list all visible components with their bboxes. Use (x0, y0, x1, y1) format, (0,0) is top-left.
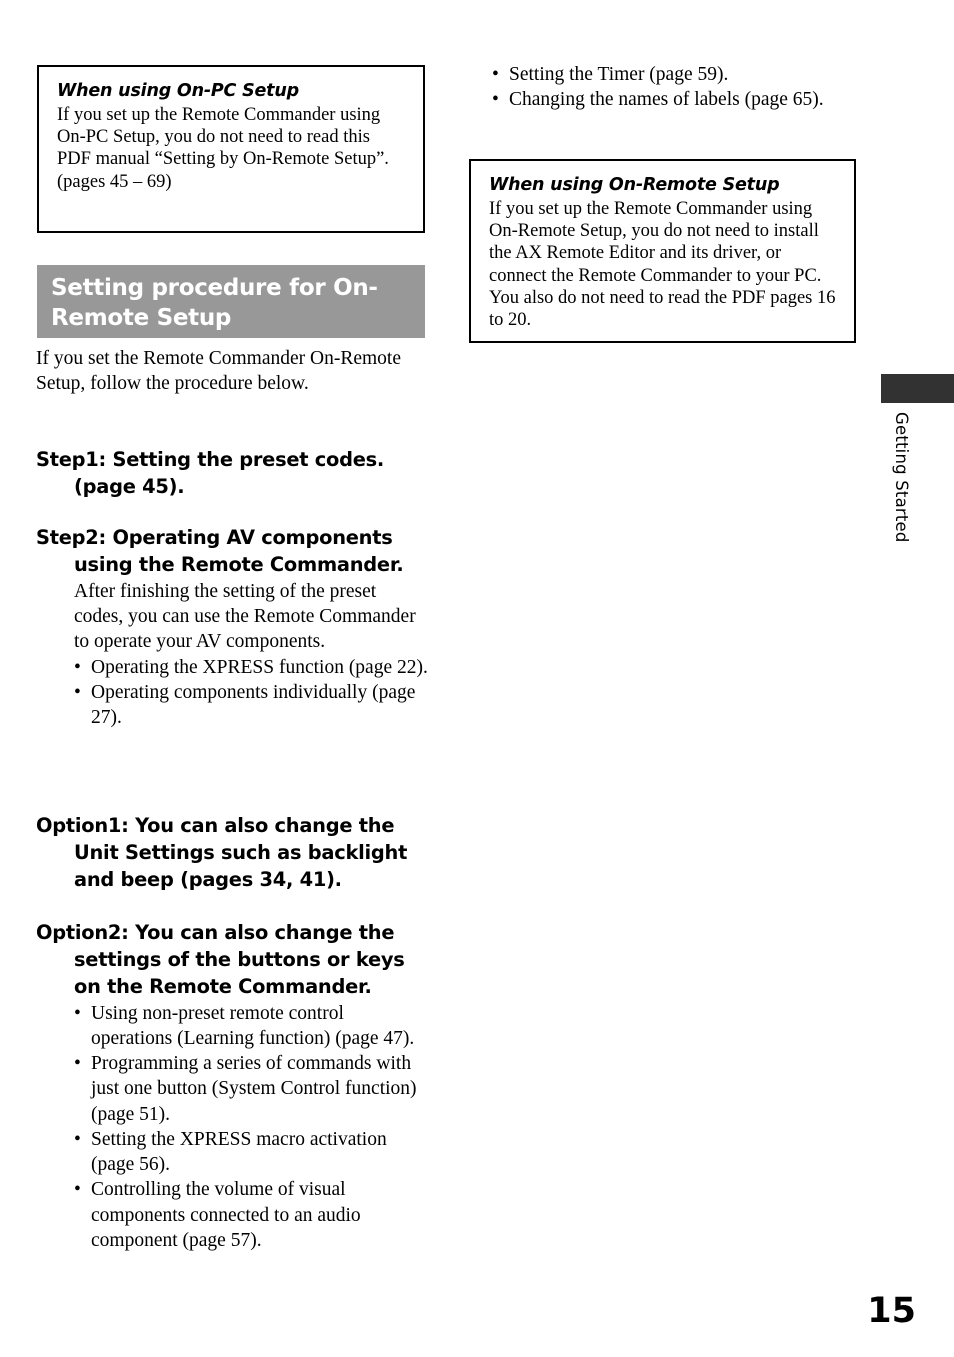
list-item: Using non-preset remote control operatio… (74, 1001, 428, 1052)
note-body-on-remote-setup: If you set up the Remote Commander using… (489, 198, 836, 331)
option2-heading: Option2: You can also change the setting… (36, 921, 405, 998)
list-item: Operating the XPRESS function (page 22). (74, 655, 428, 681)
list-item: Programming a series of commands with ju… (74, 1051, 428, 1127)
note-title-on-remote-setup: When using On-Remote Setup (489, 175, 780, 195)
note-box-on-pc-setup: When using On-PC Setup If you set up the… (37, 65, 425, 233)
section-banner: Setting procedure for On-Remote Setup (37, 265, 425, 338)
manual-page: When using On-PC Setup If you set up the… (0, 0, 954, 1357)
right-column-bullet-list: Setting the Timer (page 59). Changing th… (492, 62, 862, 113)
option2-bullet-list: Using non-preset remote control operatio… (36, 1001, 428, 1254)
note-box-on-remote-setup: When using On-Remote Setup If you set up… (469, 159, 856, 343)
step1-heading: Step1: Setting the preset codes. (page 4… (36, 448, 385, 498)
list-item: Setting the XPRESS macro activation (pag… (74, 1127, 428, 1178)
list-item: Setting the Timer (page 59). (492, 62, 862, 88)
option1-heading: Option1: You can also change the Unit Se… (36, 814, 408, 891)
side-tab-label-getting-started: Getting Started (892, 412, 911, 543)
section-intro-paragraph: If you set the Remote Commander On-Remot… (36, 348, 401, 395)
note-body-on-pc-setup: If you set up the Remote Commander using… (57, 104, 389, 192)
step2-bullet-list: Operating the XPRESS function (page 22).… (36, 655, 428, 731)
side-thumb-tab-marker (881, 374, 954, 403)
block-step2: Step2: Operating AV components using the… (36, 525, 428, 730)
section-banner-title: Setting procedure for On-Remote Setup (51, 275, 378, 332)
step2-body: After finishing the setting of the prese… (74, 580, 416, 653)
block-option2: Option2: You can also change the setting… (36, 920, 428, 1253)
block-step1: Step1: Setting the preset codes. (page 4… (36, 447, 428, 501)
list-item: Controlling the volume of visual compone… (74, 1177, 428, 1253)
block-option1: Option1: You can also change the Unit Se… (36, 813, 428, 894)
list-item: Changing the names of labels (page 65). (492, 87, 862, 113)
page-number: 15 (867, 1291, 916, 1331)
note-title-on-pc-setup: When using On-PC Setup (57, 81, 299, 101)
list-item: Operating components individually (page … (74, 680, 428, 731)
step2-heading: Step2: Operating AV components using the… (36, 526, 404, 576)
